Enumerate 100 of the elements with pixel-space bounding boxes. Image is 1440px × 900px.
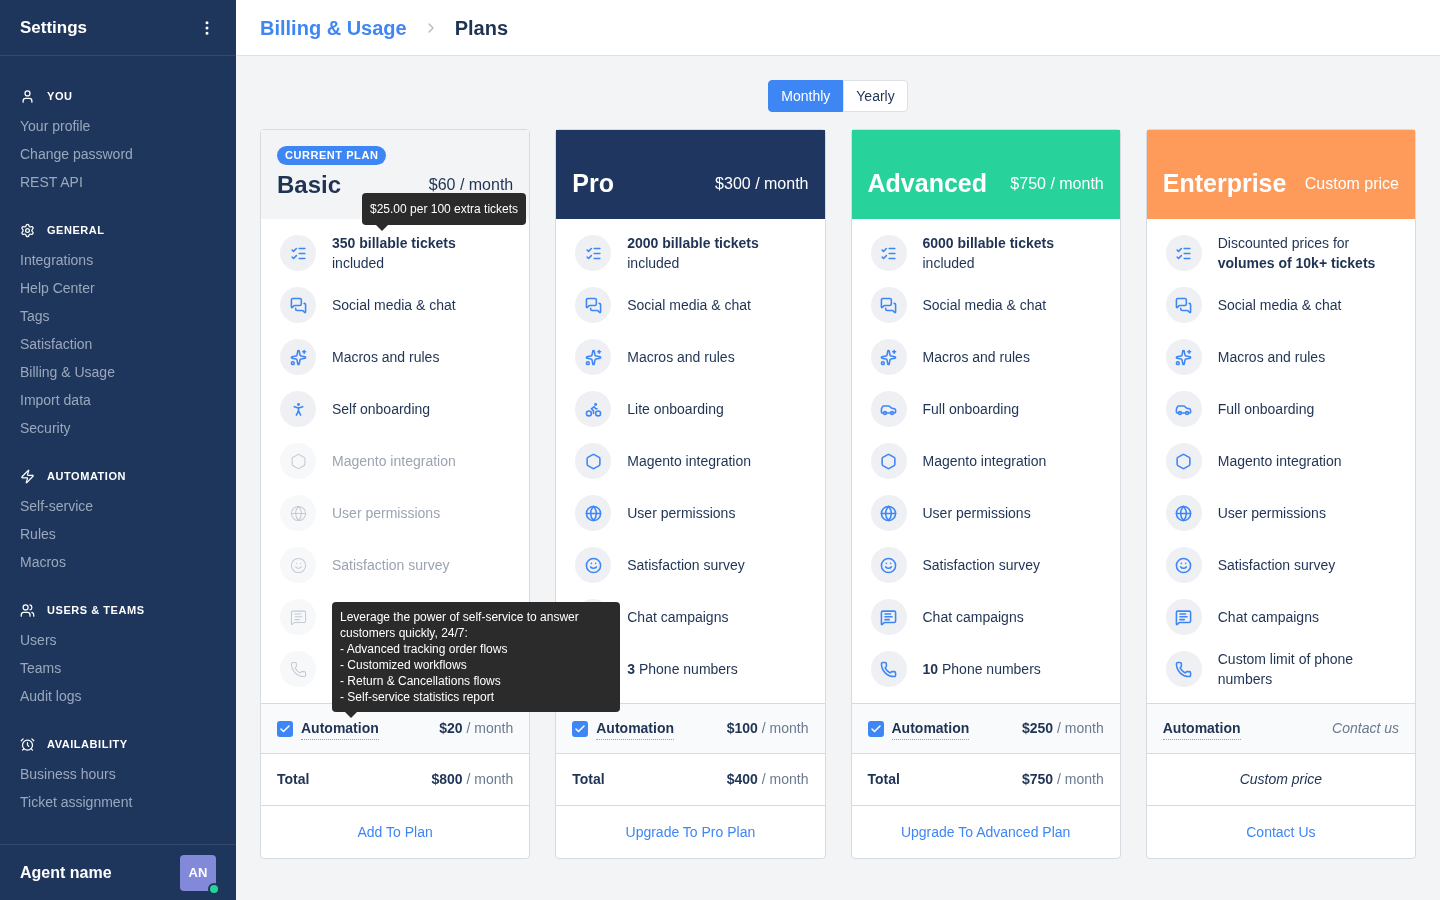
sidebar-link[interactable]: Business hours (0, 760, 236, 788)
user-icon (20, 88, 35, 104)
addon-price: $20 / month (439, 719, 514, 738)
sidebar-link[interactable]: Macros (0, 548, 236, 576)
period-tab[interactable]: Monthly (768, 80, 844, 112)
checkmark-icon (574, 722, 587, 735)
settings-icon (20, 222, 35, 238)
users-icon (20, 602, 35, 618)
feature-text: Chat campaigns (1217, 608, 1319, 627)
feature-text: Custom limit of phone numbers (1217, 650, 1355, 689)
tooltip: $25.00 per 100 extra tickets (362, 193, 527, 231)
plan-price: $300 / month (715, 173, 809, 194)
total-label: Total (277, 770, 310, 789)
sidebar-link[interactable]: Users (0, 626, 236, 654)
section-heading: AVAILABILITY (47, 736, 128, 752)
feature-text: Social media & chat (922, 296, 1047, 315)
total-label: Total (867, 770, 900, 789)
feature-text: Macros and rules (627, 348, 735, 367)
feature-text: Satisfaction survey (627, 556, 745, 575)
checkbox[interactable] (277, 720, 293, 737)
plan-action-link[interactable]: Upgrade To Advanced Plan (851, 806, 1120, 858)
plan-action-link[interactable]: Contact Us (1146, 806, 1415, 858)
sidebar-link[interactable]: Import data (0, 386, 236, 414)
checkmark-icon (869, 722, 882, 735)
checkmark-icon (279, 722, 291, 735)
feature-text: Magento integration (1217, 452, 1342, 471)
feature-text: Social media & chat (1217, 296, 1342, 315)
sidebar-link[interactable]: Teams (0, 654, 236, 682)
current-plan-badge: CURRENT PLAN (277, 146, 387, 165)
tooltip: Leverage the power of self-service to answer customers quickly, 24/7: - Advanced tracking order flows - Customized workflows - Return & Cancellations flows - Self-service statistics report (332, 602, 620, 718)
section-heading: GENERAL (47, 222, 105, 238)
total-label: Total (572, 770, 605, 789)
sidebar-link[interactable]: Change password (0, 140, 236, 168)
sidebar-link[interactable]: Your profile (0, 112, 236, 140)
addon-label: Automation (301, 717, 379, 740)
plan-action-link[interactable]: Add To Plan (261, 806, 530, 858)
addon-label: Automation (596, 717, 674, 740)
feature-text: 10 Phone numbers (922, 660, 1041, 679)
feature-text: Lite onboarding (627, 400, 724, 419)
checkbox[interactable] (572, 720, 589, 737)
total-note: Custom price (1239, 770, 1323, 789)
plan-name: Basic (277, 169, 342, 200)
addon-note: Contact us (1332, 719, 1399, 738)
addon-price: $250 / month (1022, 719, 1104, 738)
section-heading: YOU (47, 88, 73, 104)
addon-label: Automation (1162, 717, 1241, 740)
sidebar-link[interactable]: Satisfaction (0, 330, 236, 358)
feature-text: Macros and rules (1217, 348, 1326, 367)
feature-text: Full onboarding (922, 400, 1019, 419)
alarm-clock-icon (20, 736, 35, 752)
sidebar-link[interactable]: Tags (0, 302, 236, 330)
sidebar-link[interactable]: Security (0, 414, 236, 442)
feature-text: Chat campaigns (922, 608, 1024, 627)
page-title: Plans (454, 15, 509, 41)
sidebar-link[interactable]: Self-service (0, 492, 236, 520)
lightning-icon (20, 468, 35, 484)
sidebar-link[interactable]: REST API (0, 168, 236, 196)
feature-text: 2000 billable tickets included (627, 234, 760, 273)
feature-text: Satisfaction survey (922, 556, 1040, 575)
sidebar-title: Settings (20, 16, 88, 39)
plan-price: Custom price (1304, 173, 1399, 194)
period-tab[interactable]: Yearly (843, 80, 908, 112)
feature-text: Social media & chat (332, 296, 456, 315)
total-price: $400 / month (726, 770, 809, 789)
feature-text: Macros and rules (922, 348, 1030, 367)
sidebar-link[interactable]: Integrations (0, 246, 236, 274)
feature-text: Social media & chat (627, 296, 751, 315)
feature-text: 350 billable tickets included (332, 234, 457, 273)
feature-text: 3 Phone numbers (627, 660, 738, 679)
feature-text: Magento integration (332, 452, 456, 471)
addon-label: Automation (891, 717, 970, 740)
feature-text: User permissions (627, 504, 736, 523)
plan-action-link[interactable]: Upgrade To Pro Plan (556, 806, 825, 858)
checkbox[interactable] (867, 720, 884, 737)
breadcrumb-link[interactable]: Billing & Usage (260, 12, 407, 43)
feature-text: Satisfaction survey (1217, 556, 1336, 575)
feature-text: User permissions (332, 504, 441, 523)
sidebar-link[interactable]: Audit logs (0, 682, 236, 710)
feature-text: Self onboarding (332, 400, 431, 419)
feature-text: Chat campaigns (627, 608, 729, 627)
sidebar-link[interactable]: Help Center (0, 274, 236, 302)
sidebar-link[interactable]: Billing & Usage (0, 358, 236, 386)
agent-name: Agent name (20, 862, 112, 883)
feature-text: Full onboarding (1217, 400, 1315, 419)
section-heading: USERS & TEAMS (47, 602, 145, 618)
plan-name: Advanced (867, 167, 987, 199)
plan-price: $60 / month (428, 174, 514, 195)
total-price: $800 / month (431, 770, 514, 789)
avatar[interactable]: AN (180, 854, 216, 891)
feature-text: Magento integration (922, 452, 1047, 471)
feature-text: Satisfaction survey (332, 556, 450, 575)
sidebar-link[interactable]: Ticket assignment (0, 788, 236, 816)
feature-text: Magento integration (627, 452, 751, 471)
addon-price: $100 / month (726, 719, 809, 738)
plan-name: Pro (572, 167, 614, 199)
plan-price: $750 / month (1010, 173, 1104, 194)
feature-text: Discounted prices for volumes of 10k+ tickets (1217, 234, 1377, 273)
feature-text: 6000 billable tickets included (922, 234, 1056, 273)
sidebar-link[interactable]: Rules (0, 520, 236, 548)
total-price: $750 / month (1022, 770, 1104, 789)
